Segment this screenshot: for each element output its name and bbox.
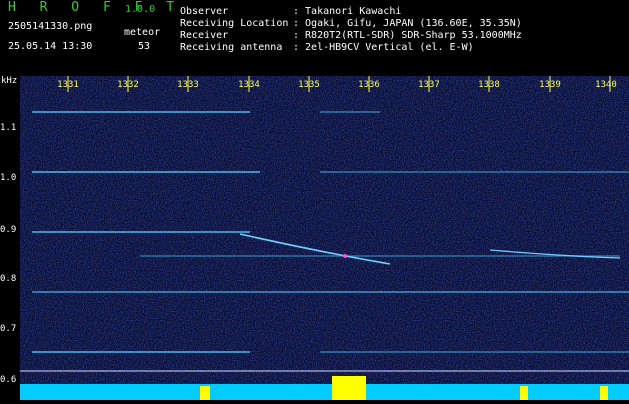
file-name: 2505141330.png bbox=[8, 21, 93, 32]
x-tick-label: 1332 bbox=[117, 80, 139, 90]
observer-label: Observer bbox=[180, 6, 229, 17]
event-label: meteor bbox=[124, 27, 161, 38]
location-value: : Ogaki, Gifu, JAPAN (136.60E, 35.35N) bbox=[293, 18, 522, 29]
y-tick-label: 0.9 bbox=[0, 225, 17, 235]
y-tick-label: 1.0 bbox=[0, 173, 17, 183]
antenna-label: Receiving antenna bbox=[180, 42, 283, 53]
receiver-value: : R820T2(RTL-SDR) SDR-Sharp 53.1000MHz bbox=[293, 30, 522, 41]
x-tick-label: 1335 bbox=[298, 80, 320, 90]
y-tick-label: 0.8 bbox=[0, 274, 17, 284]
x-tick-label: 1340 bbox=[595, 80, 617, 90]
y-tick-label: 0.6 bbox=[0, 375, 17, 385]
location-label: Receiving Location bbox=[180, 18, 289, 29]
y-tick-label: 1.1 bbox=[0, 123, 17, 133]
meteor-head bbox=[343, 254, 347, 258]
observer-value: : Takanori Kawachi bbox=[293, 6, 402, 17]
x-tick-label: 1337 bbox=[418, 80, 440, 90]
event-count: 53 bbox=[138, 41, 151, 52]
x-tick-label: 1336 bbox=[358, 80, 380, 90]
app-version: 1.0.0 bbox=[125, 4, 156, 15]
spectrogram-panel bbox=[20, 76, 629, 400]
x-tick-label: 1331 bbox=[57, 80, 79, 90]
y-axis-unit: kHz bbox=[1, 76, 18, 86]
antenna-value: : 2el-HB9CV Vertical (el. E-W) bbox=[293, 42, 474, 53]
date-time: 25.05.14 13:30 bbox=[8, 41, 93, 52]
x-tick-label: 1333 bbox=[177, 80, 199, 90]
receiver-label: Receiver bbox=[180, 30, 229, 41]
x-tick-label: 1339 bbox=[539, 80, 561, 90]
x-tick-label: 1334 bbox=[238, 80, 260, 90]
x-tick-label: 1338 bbox=[478, 80, 500, 90]
app-title: H R O F F T bbox=[8, 0, 183, 15]
spectrogram-svg bbox=[20, 76, 629, 400]
y-tick-label: 0.7 bbox=[0, 324, 17, 334]
header-panel: H R O F F T 1.0.0 2505141330.png meteor … bbox=[0, 0, 629, 58]
